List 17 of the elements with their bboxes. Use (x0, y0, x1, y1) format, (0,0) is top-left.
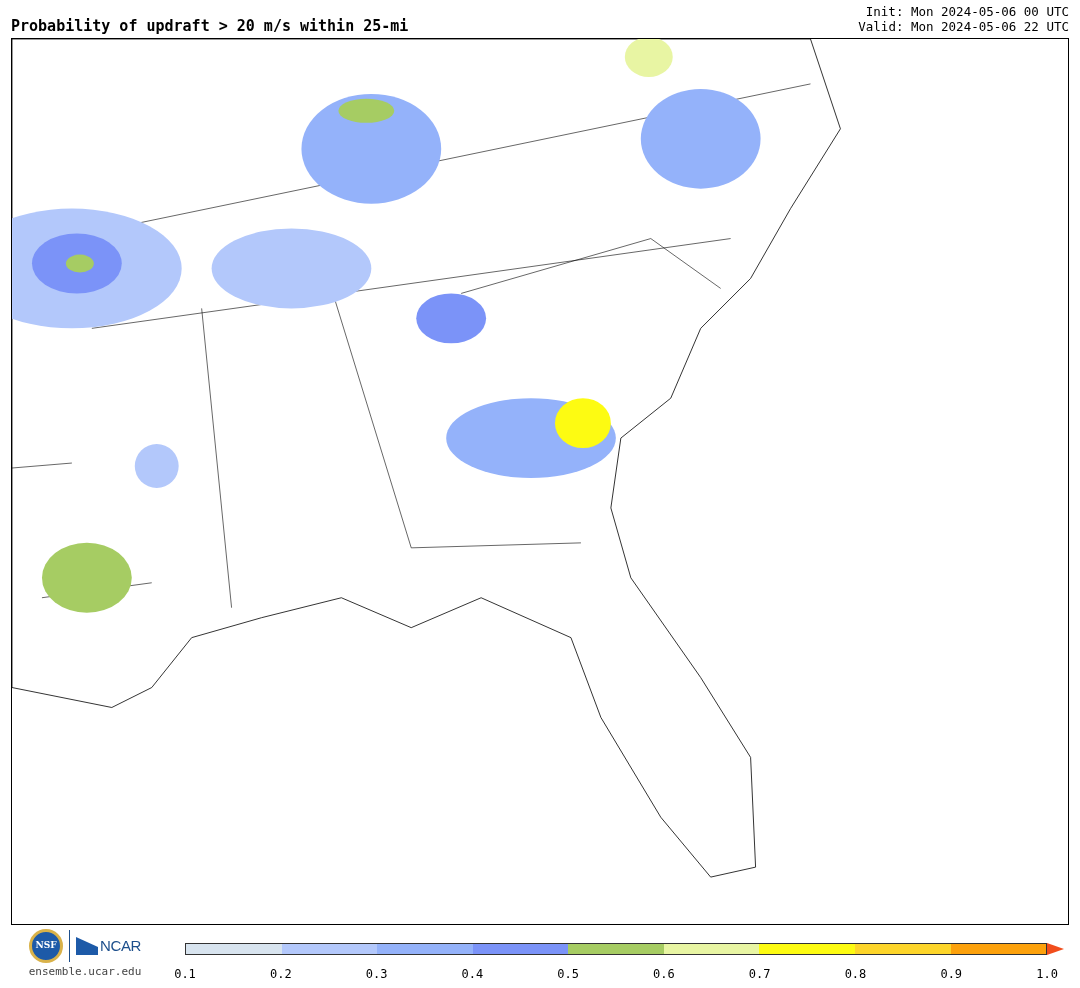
ncar-logo: NCAR (100, 935, 141, 956)
colorbar-tick-label: 0.2 (269, 966, 292, 983)
colorbar-tick-label: 0.4 (461, 966, 484, 983)
colorbar-tick-label: 1.0 (1036, 966, 1058, 983)
colorbar-tick-label: 0.9 (940, 966, 963, 983)
site-url: ensemble.ucar.edu (28, 964, 142, 980)
colorbar-tick-label: 0.8 (844, 966, 867, 983)
init-time: Init: Mon 2024-05-06 00 UTC (865, 4, 1069, 19)
nsf-logo: NSF (29, 929, 63, 963)
colorbar-tick-label: 0.7 (748, 966, 771, 983)
colorbar-tick-label: 0.1 (174, 966, 196, 983)
chart-title: Probability of updraft > 20 m/s within 25-mi (11, 19, 409, 34)
colorbar-tick-label: 0.3 (365, 966, 388, 983)
colorbar-tick-label: 0.6 (653, 966, 675, 983)
ncar-logo-icon (76, 937, 98, 955)
colorbar-tick-label: 0.5 (557, 966, 579, 983)
valid-time: Valid: Mon 2024-05-06 22 UTC (858, 19, 1069, 34)
